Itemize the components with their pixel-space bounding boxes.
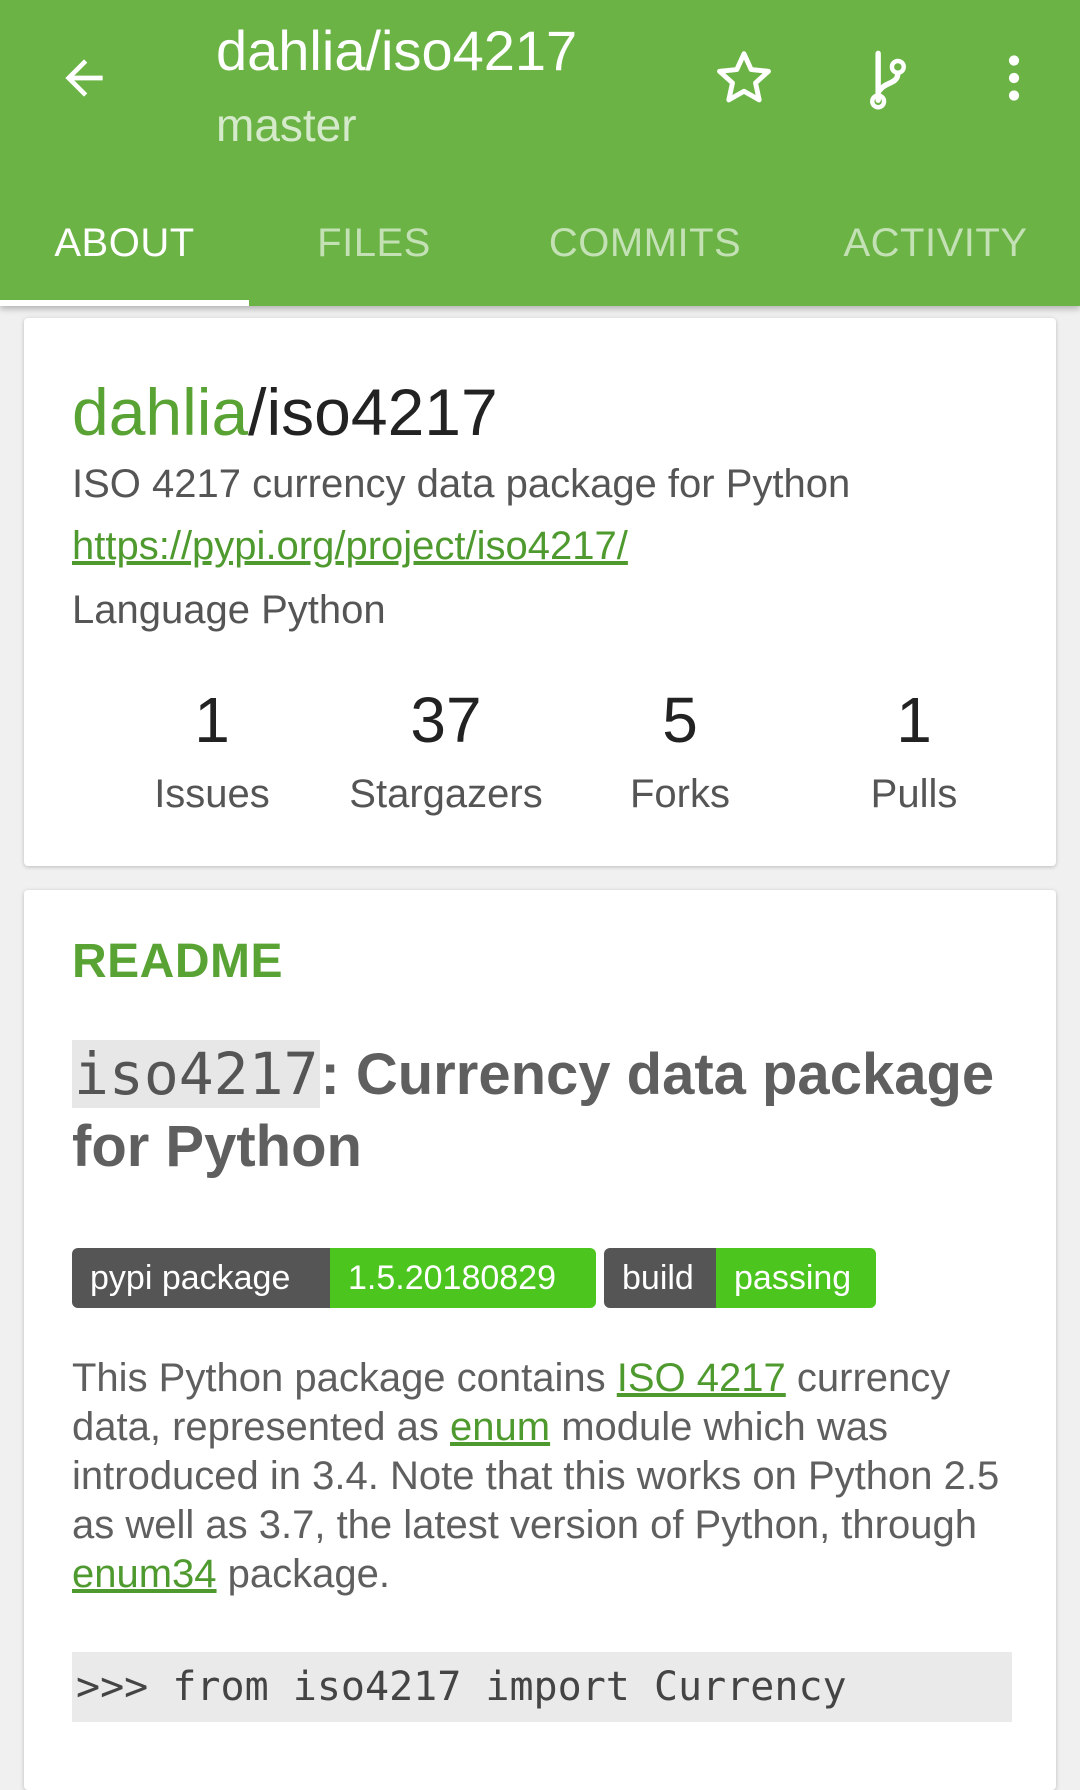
tab-commits[interactable]: COMMITS <box>499 180 791 306</box>
tab-about[interactable]: ABOUT <box>0 180 249 306</box>
tab-indicator <box>0 300 249 306</box>
badge-label: pypi package <box>72 1248 330 1308</box>
badge-label: build <box>604 1248 716 1308</box>
star-button[interactable] <box>706 40 782 116</box>
star-icon <box>717 51 771 103</box>
stat-issues[interactable]: 1 Issues <box>92 688 332 817</box>
branch-icon <box>870 50 906 110</box>
repo-separator: / <box>248 375 267 449</box>
readme-card: README iso4217: Currency data package fo… <box>24 890 1056 1790</box>
iso4217-link[interactable]: ISO 4217 <box>617 1356 786 1400</box>
back-button[interactable] <box>46 40 122 116</box>
branch-button[interactable] <box>850 40 926 116</box>
enum-link[interactable]: enum <box>450 1405 550 1449</box>
stat-label: Pulls <box>870 772 958 816</box>
stat-pulls[interactable]: 1 Pulls <box>794 688 1034 817</box>
stat-value: 1 <box>194 684 230 756</box>
paragraph-text: package. <box>216 1552 391 1596</box>
readme-section-title: README <box>72 935 284 988</box>
enum34-link[interactable]: enum34 <box>72 1552 217 1596</box>
badge-value: 1.5.20180829 <box>330 1248 596 1308</box>
repo-language: Language Python <box>72 588 386 632</box>
tab-activity[interactable]: ACTIVITY <box>791 180 1080 306</box>
pypi-badge[interactable]: pypi package 1.5.20180829 <box>72 1248 596 1308</box>
readme-paragraph: This Python package contains ISO 4217 cu… <box>72 1354 1022 1599</box>
app-bar: dahlia/iso4217 master ABOUT FILES COMMIT… <box>0 0 1080 306</box>
about-card: dahlia/iso4217 ISO 4217 currency data pa… <box>24 318 1056 866</box>
stat-label: Stargazers <box>349 772 543 816</box>
repo-full-name: dahlia/iso4217 <box>72 374 498 450</box>
readme-heading: iso4217: Currency data package for Pytho… <box>72 1038 1022 1183</box>
tab-files[interactable]: FILES <box>249 180 499 306</box>
more-vert-icon <box>1008 55 1020 101</box>
paragraph-text: This Python package contains <box>72 1356 617 1400</box>
stat-label: Forks <box>630 772 730 816</box>
stat-stargazers[interactable]: 37 Stargazers <box>326 688 566 817</box>
back-arrow-icon <box>65 59 103 97</box>
app-bar-subtitle: master <box>216 99 357 151</box>
repo-owner-link[interactable]: dahlia <box>72 375 248 449</box>
build-badge[interactable]: build passing <box>604 1248 876 1308</box>
repo-name: iso4217 <box>266 375 498 449</box>
more-options-button[interactable] <box>976 40 1052 116</box>
badge-value: passing <box>716 1248 876 1308</box>
stat-value: 1 <box>896 684 932 756</box>
code-block: >>> from iso4217 import Currency <box>72 1652 1012 1722</box>
tab-bar: ABOUT FILES COMMITS ACTIVITY <box>0 180 1080 306</box>
repo-homepage-link[interactable]: https://pypi.org/project/iso4217/ <box>72 524 628 569</box>
stat-label: Issues <box>154 772 270 816</box>
stat-value: 37 <box>410 684 482 756</box>
heading-code: iso4217 <box>72 1040 321 1108</box>
stat-forks[interactable]: 5 Forks <box>560 688 800 817</box>
stat-value: 5 <box>662 684 698 756</box>
app-bar-title: dahlia/iso4217 <box>216 19 578 82</box>
repo-description: ISO 4217 currency data package for Pytho… <box>72 462 851 506</box>
